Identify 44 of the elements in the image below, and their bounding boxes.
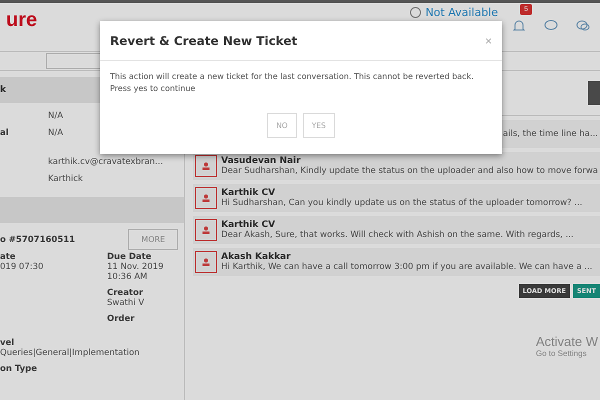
conversation-item[interactable]: Vasudevan Nair Dear Sudharshan, Kindly update the status on the uploader and also how to move forwa bbox=[193, 152, 600, 180]
conversation-item[interactable]: Karthik CV Dear Akash, Sure, that works. Will check with Ashish on the same. With regards, ... bbox=[193, 216, 600, 244]
field-value: 11 Nov. 2019 10:36 AM bbox=[107, 262, 164, 282]
bell-icon bbox=[512, 18, 526, 32]
person-icon bbox=[202, 194, 210, 202]
message-snippet: Hi Karthik, We can have a call tomorrow 3:00 pm if you are available. We can have a ... bbox=[221, 262, 592, 272]
field-value: Queries|General|Implementation bbox=[0, 348, 141, 358]
field-label: ate bbox=[0, 252, 17, 262]
status-toggle[interactable]: Not Available bbox=[410, 6, 498, 18]
field-label: vel bbox=[0, 338, 16, 348]
field-label: on Type bbox=[0, 364, 38, 374]
person-icon bbox=[202, 258, 210, 266]
field-label: Order bbox=[107, 314, 136, 324]
field-label: Due Date bbox=[107, 252, 152, 262]
field-value: N/A bbox=[48, 128, 64, 138]
panel-toggle[interactable] bbox=[588, 81, 600, 105]
field-value: N/A bbox=[48, 110, 64, 120]
conversation-item[interactable]: Karthik CV Hi Sudharshan, Can you kindly update us on the status of the uploader tomorrow? ... bbox=[193, 184, 600, 212]
dialog-title: Revert & Create New Ticket bbox=[110, 34, 298, 48]
activation-title: Activate W bbox=[536, 334, 598, 349]
message-snippet: Dear Sudharshan, Kindly update the status on the uploader and also how to move forwa bbox=[221, 166, 598, 176]
person-icon bbox=[202, 226, 210, 234]
field-label: Creator bbox=[107, 288, 144, 298]
speech-bubbles-icon bbox=[576, 18, 590, 32]
field-value: karthik.cv@cravatexbran... bbox=[48, 156, 164, 166]
sender-name: Akash Kakkar bbox=[221, 252, 292, 262]
speech-bubble-icon bbox=[544, 18, 558, 32]
person-icon bbox=[202, 162, 210, 170]
sender-name: Karthik CV bbox=[221, 188, 276, 198]
ticket-number: o #5707160511 bbox=[0, 234, 76, 244]
more-button[interactable]: MORE bbox=[128, 229, 178, 250]
field-label: al bbox=[0, 128, 10, 138]
field-value: 019 07:30 bbox=[0, 262, 44, 272]
message-snippet: Hi Sudharshan, Can you kindly update us on the status of the uploader tomorrow? ... bbox=[221, 198, 582, 208]
message-snippet: Dear Akash, Sure, that works. Will check with Ashish on the same. With regards, ... bbox=[221, 230, 574, 240]
field-value: Swathi V bbox=[107, 298, 146, 308]
activation-subtitle: Go to Settings bbox=[536, 349, 588, 358]
logo: ure bbox=[6, 8, 38, 32]
sender-name: Vasudevan Nair bbox=[221, 156, 302, 166]
conversation-item[interactable]: Akash Kakkar Hi Karthik, We can have a call tomorrow 3:00 pm if you are available. We can have a ... bbox=[193, 248, 600, 276]
sender-name: Karthik CV bbox=[221, 220, 276, 230]
message-snippet: ails, the time line ha... bbox=[502, 129, 598, 139]
field-value: Karthick bbox=[48, 174, 84, 184]
close-button[interactable]: × bbox=[484, 34, 492, 48]
